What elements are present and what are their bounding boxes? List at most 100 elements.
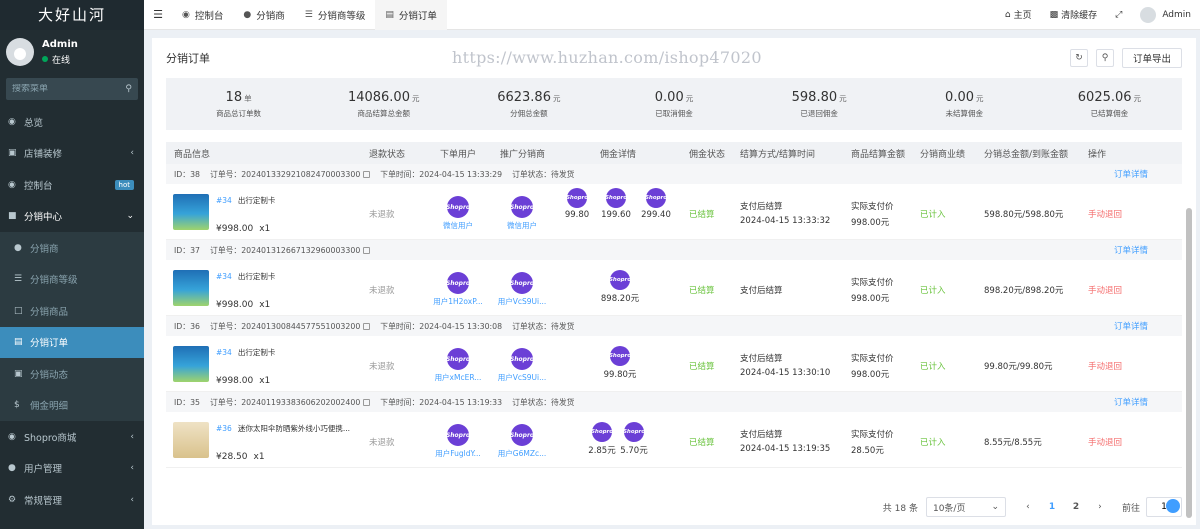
sidebar-item-distribution-center[interactable]: ■ 分销中心 ⌄ xyxy=(0,201,144,233)
total-count: 共 18 条 xyxy=(882,503,918,514)
shopro-avatar-icon: Shopro xyxy=(510,196,534,218)
fullscreen-icon[interactable]: ⤢ xyxy=(1106,10,1131,20)
order-detail-link[interactable]: 订单详情 xyxy=(1114,396,1148,408)
goods-id-link[interactable]: #36 xyxy=(216,424,232,433)
tab-console[interactable]: ◉ 控制台 xyxy=(172,0,233,30)
page-size-select[interactable]: 10条/页 ⌄ xyxy=(925,497,1006,517)
sidebar-item-distribution-orders[interactable]: ▤ 分销订单 xyxy=(0,326,144,358)
product-image[interactable] xyxy=(173,422,209,458)
file-icon: ▤ xyxy=(14,337,23,348)
performance-status: 已计入 xyxy=(920,438,946,448)
goods-icon: □ xyxy=(14,305,23,316)
settle-amount: 998.00元 xyxy=(851,218,890,228)
page-1-button[interactable]: 1 xyxy=(1042,502,1062,512)
agent-user[interactable]: Shopro 用户VcS9Ui... xyxy=(492,348,552,383)
prev-page-button[interactable]: ‹ xyxy=(1018,502,1038,512)
copy-icon[interactable] xyxy=(363,322,371,330)
goods-id-link[interactable]: #34 xyxy=(216,348,232,357)
distribution-submenu: ● 分销商 ☰ 分销商等级 □ 分销商品 ▤ 分销订单 ▣ 分销动态 $ 佣金明… xyxy=(0,232,144,421)
copy-icon[interactable] xyxy=(363,398,371,406)
page-2-button[interactable]: 2 xyxy=(1066,502,1086,512)
order-detail-link[interactable]: 订单详情 xyxy=(1114,244,1148,256)
clear-cache-button[interactable]: ▩ 清除缓存 xyxy=(1041,8,1107,22)
copy-icon[interactable] xyxy=(363,246,371,254)
stat-commission-total: 6623.86 元分佣总金额 xyxy=(497,89,561,118)
commission-item: Shopro 898.20元 xyxy=(600,270,640,304)
total-amount: 8.55元/8.55元 xyxy=(984,438,1042,448)
refund-status: 未退款 xyxy=(369,286,395,296)
agent-user[interactable]: Shopro 用户VcS9Ui... xyxy=(492,272,552,307)
table-scrollbar[interactable] xyxy=(1186,208,1192,518)
sidebar-item-distribution-goods[interactable]: □ 分销商品 xyxy=(0,295,144,327)
sidebar-item-commission-details[interactable]: $ 佣金明细 xyxy=(0,389,144,421)
search-icon[interactable]: ⚲ xyxy=(125,84,132,94)
goods-id-link[interactable]: #34 xyxy=(216,196,232,205)
trash-icon: ▩ xyxy=(1049,9,1059,20)
shopro-avatar-icon: Shopro xyxy=(510,272,534,294)
brand-logo[interactable]: 大好山河 xyxy=(0,0,144,30)
chevron-left-icon: ‹ xyxy=(130,494,134,505)
menu-toggle-icon[interactable]: ☰ xyxy=(144,8,172,21)
stats-bar: 18 单商品总订单数 14086.00 元商品结算总金额 6623.86 元分佣总金额… xyxy=(166,78,1182,130)
refresh-button[interactable]: ↻ xyxy=(1069,49,1088,67)
agent-user[interactable]: Shopro 微信用户 xyxy=(492,196,552,231)
manual-return-button[interactable]: 手动退回 xyxy=(1088,208,1122,220)
goods-id-link[interactable]: #34 xyxy=(216,272,232,281)
settle-amount: 998.00元 xyxy=(851,294,890,304)
buyer-user[interactable]: Shopro 用户1H2oxP... xyxy=(428,272,488,307)
product-image[interactable] xyxy=(173,194,209,230)
admin-menu[interactable]: Admin xyxy=(1131,6,1200,23)
dashboard-icon: ◉ xyxy=(182,9,190,20)
manual-return-button[interactable]: 手动退回 xyxy=(1088,436,1122,448)
table-row: #36 迷你太阳伞防晒紫外线小巧便携... ¥28.50 x1 未退款 Shopro… xyxy=(166,412,1182,468)
manual-return-button[interactable]: 手动退回 xyxy=(1088,360,1122,372)
menu-search-input[interactable] xyxy=(12,84,112,94)
sidebar-item-general-management[interactable]: ⚙ 常规管理 ‹ xyxy=(0,484,144,516)
col-buyer: 下单用户 xyxy=(440,150,477,160)
sidebar-item-distributors[interactable]: ● 分销商 xyxy=(0,232,144,264)
avatar xyxy=(6,38,34,66)
sidebar-item-distributor-levels[interactable]: ☰ 分销商等级 xyxy=(0,263,144,295)
tab-distribution-orders[interactable]: ▤ 分销订单 xyxy=(375,0,447,30)
manual-return-button[interactable]: 手动退回 xyxy=(1088,284,1122,296)
hot-badge: hot xyxy=(114,179,134,190)
settle-method: 支付后结算 xyxy=(740,286,783,296)
menu-search[interactable]: ⚲ xyxy=(6,78,138,100)
col-agent: 推广分销商 xyxy=(500,150,546,160)
buyer-user[interactable]: Shopro 用户FugldY... xyxy=(428,424,488,459)
main-panel: 分销订单 https://www.huzhan.com/ishop47020 ↻… xyxy=(152,38,1196,525)
chevron-left-icon: ‹ xyxy=(130,148,134,159)
product-image[interactable] xyxy=(173,346,209,382)
col-total-amount: 分销总金额/到账金额 xyxy=(984,150,1069,160)
dollar-icon: $ xyxy=(14,400,20,411)
copy-icon[interactable] xyxy=(363,170,371,178)
next-page-button[interactable]: › xyxy=(1090,502,1110,512)
sidebar-item-user-management[interactable]: ● 用户管理 ‹ xyxy=(0,453,144,485)
order-detail-link[interactable]: 订单详情 xyxy=(1114,168,1148,180)
buyer-user[interactable]: Shopro 用户xMcER... xyxy=(428,348,488,383)
tab-distributors[interactable]: ● 分销商 xyxy=(233,0,294,30)
buyer-user[interactable]: Shopro 微信用户 xyxy=(428,196,488,231)
col-refund-status: 退款状态 xyxy=(369,150,406,160)
total-amount: 898.20元/898.20元 xyxy=(984,286,1064,296)
goods-name: 迷你太阳伞防晒紫外线小巧便携... xyxy=(237,424,350,433)
order-detail-link[interactable]: 订单详情 xyxy=(1114,320,1148,332)
search-button[interactable]: ⚲ xyxy=(1095,49,1114,67)
shopro-avatar-icon: Shopro xyxy=(510,348,534,370)
settle-amount: 28.50元 xyxy=(851,446,884,456)
sidebar-item-shop-decoration[interactable]: ▣ 店铺装修 ‹ xyxy=(0,138,144,170)
sidebar-item-overview[interactable]: ◉ 总览 xyxy=(0,106,144,138)
product-image[interactable] xyxy=(173,270,209,306)
sidebar-item-shopro-mall[interactable]: ◉ Shopro商城 ‹ xyxy=(0,421,144,453)
agent-user[interactable]: Shopro 用户G6MZc... xyxy=(492,424,552,459)
sidebar-item-distribution-activity[interactable]: ▣ 分销动态 xyxy=(0,358,144,390)
goto-label: 前往 xyxy=(1121,503,1140,514)
tab-distributor-levels[interactable]: ☰ 分销商等级 xyxy=(295,0,376,30)
settings-icon: ⚙ xyxy=(8,494,17,505)
sidebar-item-console[interactable]: ◉ 控制台 hot xyxy=(0,169,144,201)
chat-icon[interactable] xyxy=(1166,499,1180,513)
list-icon: ☰ xyxy=(14,274,23,285)
pagination: 共 18 条 10条/页 ⌄ ‹ 1 2 › 前往 xyxy=(152,489,1196,525)
export-orders-button[interactable]: 订单导出 xyxy=(1121,48,1182,68)
home-link[interactable]: ⌂ 主页 xyxy=(996,8,1041,22)
